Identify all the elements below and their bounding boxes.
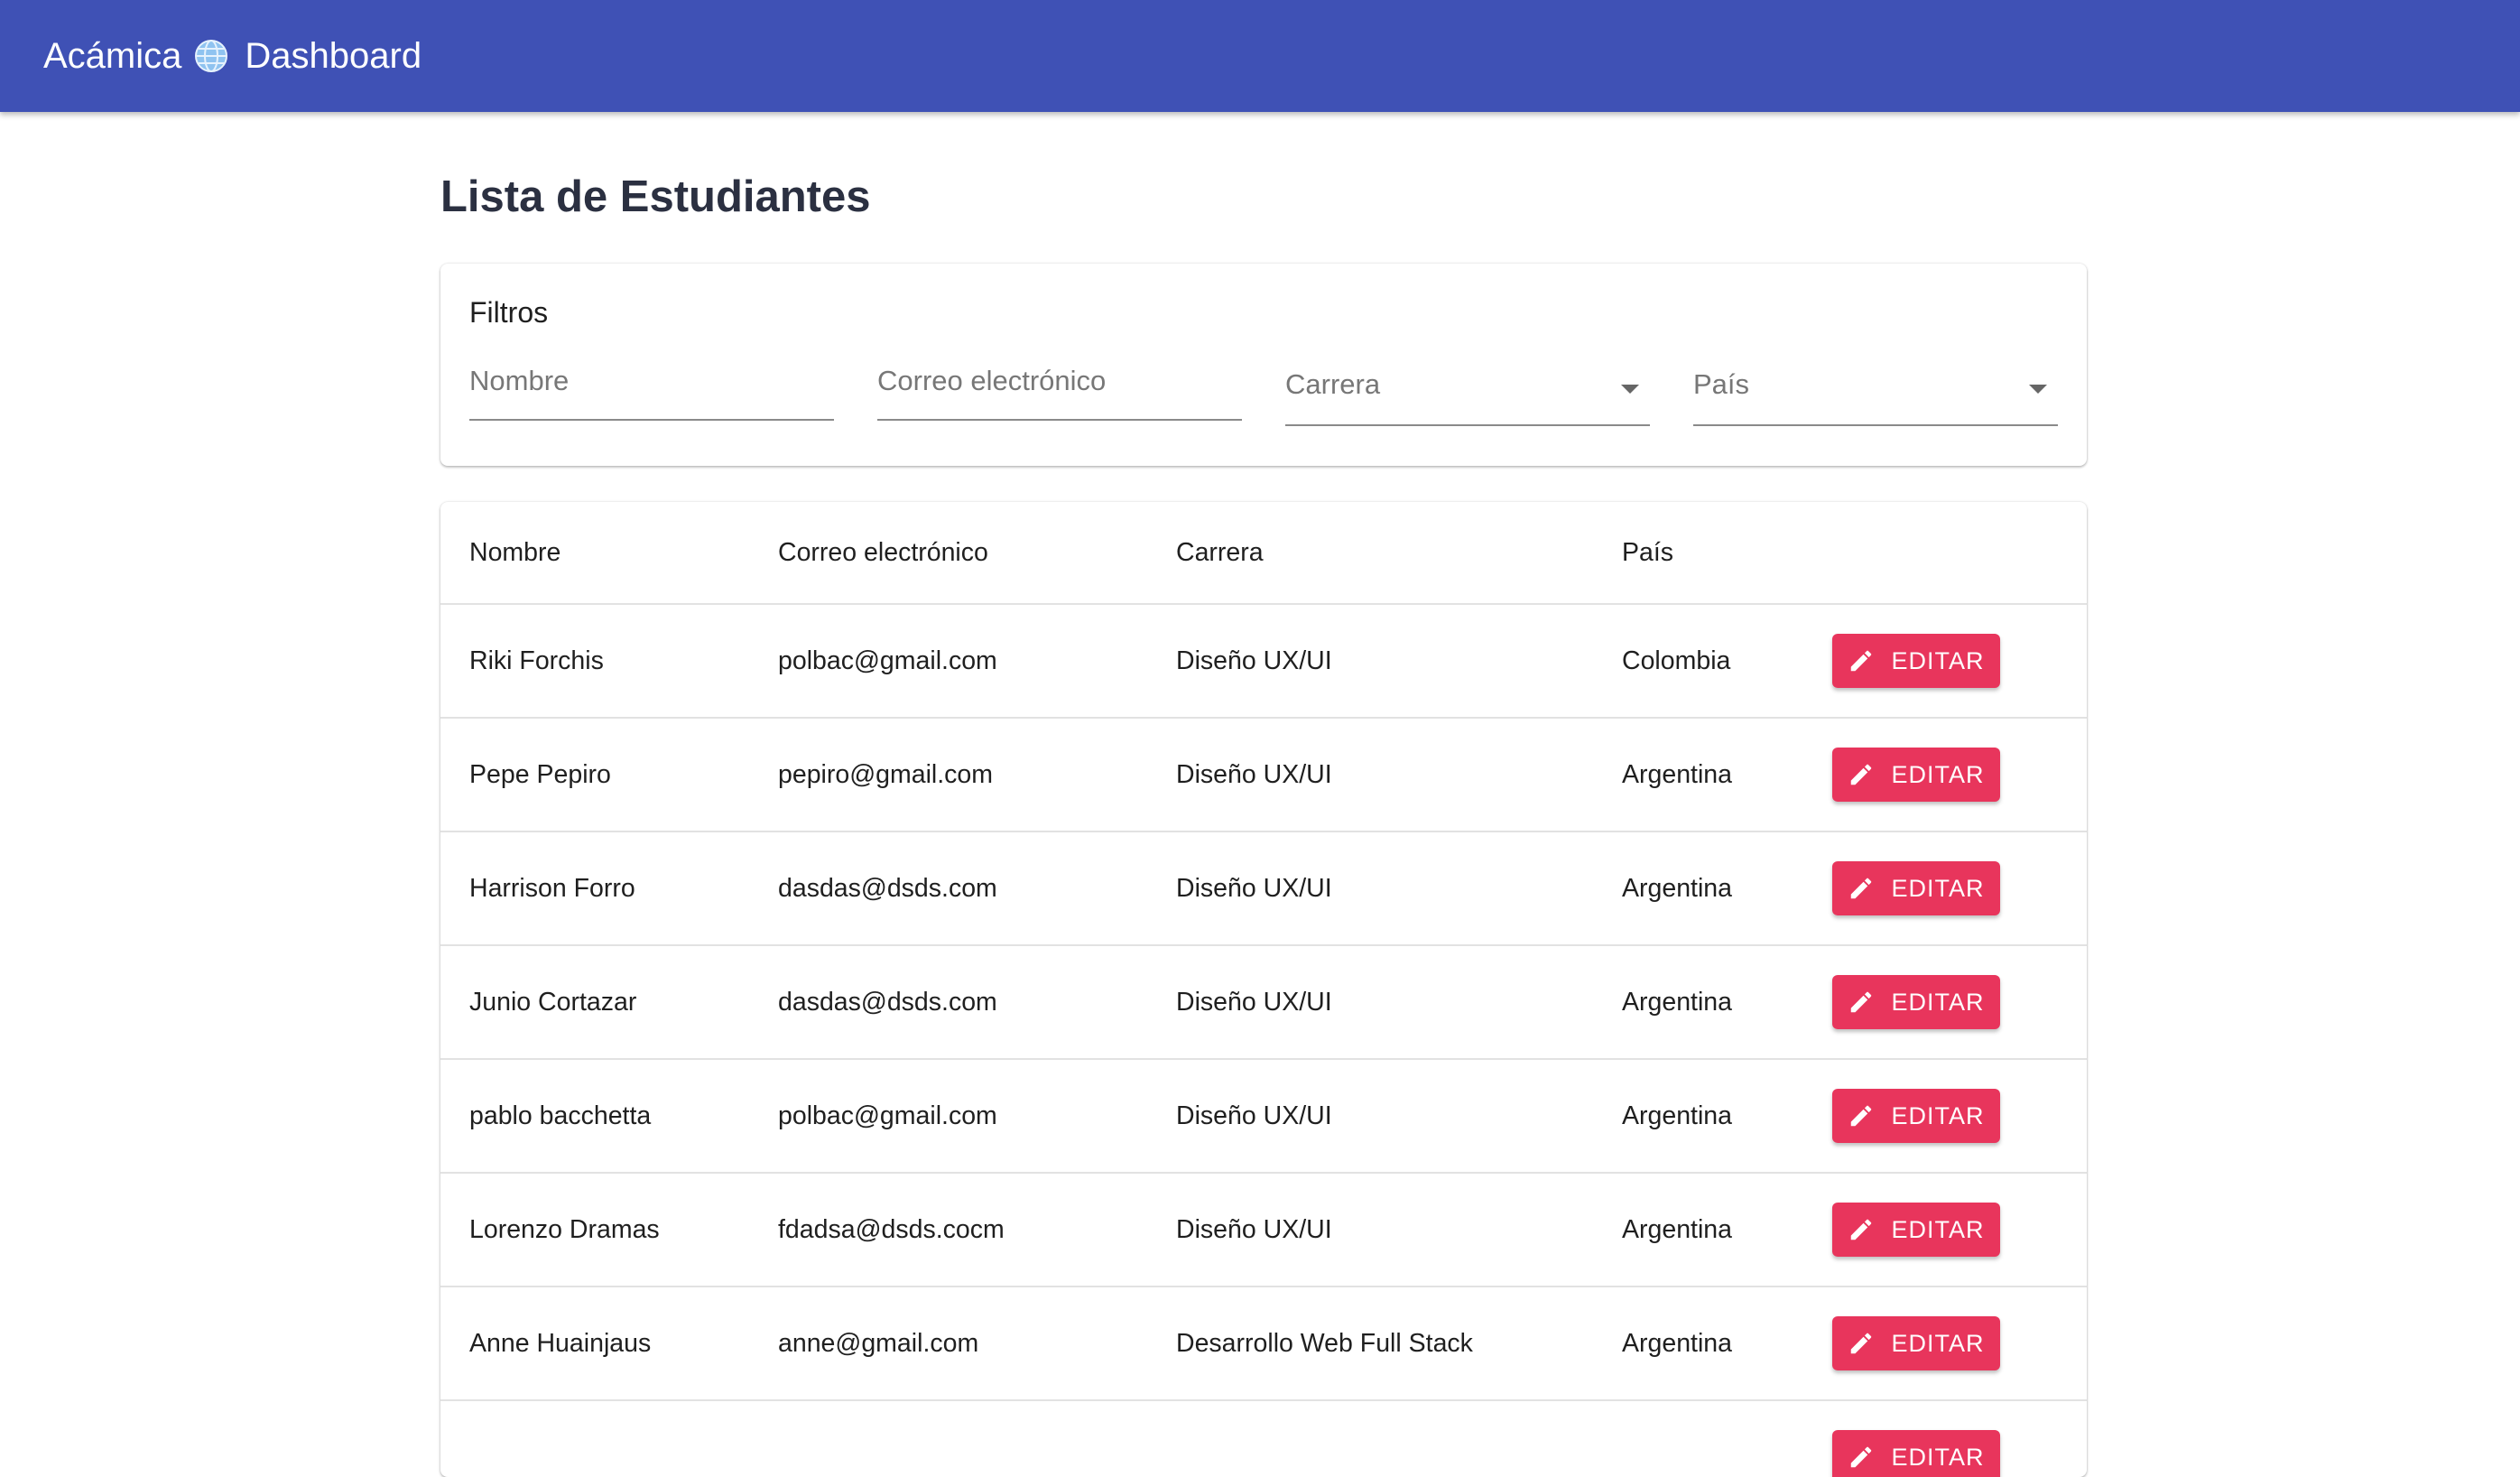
- edit-button-label: EDITAR: [1891, 1101, 1985, 1129]
- edit-button-label: EDITAR: [1891, 988, 1985, 1016]
- student-email-cell: pepiro@gmail.com: [778, 759, 994, 789]
- column-header-nombre: Nombre: [469, 537, 561, 567]
- pencil-icon: [1848, 1216, 1875, 1243]
- nombre-filter-input[interactable]: [469, 354, 834, 408]
- students-table: Nombre Correo electrónico Carrera País R…: [440, 502, 2087, 1477]
- row-actions-cell: EDITAR: [1832, 604, 2087, 718]
- student-career-cell: Diseño UX/UI: [1176, 1214, 1332, 1244]
- edit-button[interactable]: EDITAR: [1832, 1316, 2000, 1370]
- brand[interactable]: Acámica Dashboard: [43, 36, 422, 77]
- student-email-cell: polbac@gmail.com: [778, 1101, 997, 1130]
- edit-button-label: EDITAR: [1891, 646, 1985, 674]
- row-actions-cell: EDITAR: [1832, 718, 2087, 831]
- edit-button[interactable]: EDITAR: [1832, 634, 2000, 688]
- student-name-cell: Harrison Forro: [469, 873, 635, 903]
- student-career-cell: Diseño UX/UI: [1176, 1101, 1332, 1130]
- student-name-cell: Anne Huainjaus: [469, 1328, 652, 1358]
- dashboard-title: Dashboard: [245, 35, 422, 76]
- edit-button-label: EDITAR: [1891, 874, 1985, 902]
- student-name-cell: Lorenzo Dramas: [469, 1214, 660, 1244]
- brand-name: Acámica: [43, 35, 182, 76]
- edit-button-label: EDITAR: [1891, 1443, 1985, 1471]
- student-country-cell: Argentina: [1622, 759, 1733, 789]
- student-career-cell: Diseño UX/UI: [1176, 873, 1332, 903]
- student-career-cell: Diseño UX/UI: [1176, 987, 1332, 1017]
- student-email-cell: anne@gmail.com: [778, 1328, 979, 1358]
- pencil-icon: [1848, 875, 1875, 902]
- student-career-cell: Diseño UX/UI: [1176, 759, 1332, 789]
- student-country-cell: Argentina: [1622, 1328, 1733, 1358]
- row-actions-cell: EDITAR: [1832, 945, 2087, 1059]
- column-header-pais: País: [1622, 537, 1674, 567]
- pencil-icon: [1848, 761, 1875, 788]
- filters-card: Filtros Carrera País: [440, 264, 2087, 466]
- page-title: Lista de Estudiantes: [440, 172, 871, 221]
- pencil-icon: [1848, 1444, 1875, 1471]
- student-country-cell: Argentina: [1622, 1214, 1733, 1244]
- edit-button-label: EDITAR: [1891, 1329, 1985, 1357]
- pais-select-label: País: [1693, 368, 1750, 400]
- correo-filter-input[interactable]: [877, 354, 1242, 408]
- student-career-cell: Desarrollo Web Full Stack: [1176, 1328, 1473, 1358]
- row-actions-cell: EDITAR: [1832, 1173, 2087, 1287]
- column-header-carrera: Carrera: [1176, 537, 1264, 567]
- edit-button-label: EDITAR: [1891, 760, 1985, 788]
- student-email-cell: dasdas@dsds.com: [778, 873, 997, 903]
- table-row: pablo bacchetta polbac@gmail.com Diseño …: [440, 1059, 2087, 1173]
- pais-filter-select[interactable]: País: [1693, 354, 2058, 426]
- table-row: Harrison Forro dasdas@dsds.com Diseño UX…: [440, 831, 2087, 945]
- nombre-filter-field: [469, 354, 834, 421]
- student-country-cell: Argentina: [1622, 1101, 1733, 1130]
- filters-title: Filtros: [469, 296, 549, 329]
- table-row: Junio Cortazar dasdas@dsds.com Diseño UX…: [440, 945, 2087, 1059]
- student-name-cell: Pepe Pepiro: [469, 759, 611, 789]
- student-career-cell: Diseño UX/UI: [1176, 646, 1332, 675]
- dropdown-arrow-icon: [2029, 385, 2047, 394]
- edit-button-label: EDITAR: [1891, 1215, 1985, 1243]
- correo-filter-field: [877, 354, 1242, 421]
- carrera-select-label: Carrera: [1285, 368, 1381, 400]
- students-table-card: Nombre Correo electrónico Carrera País R…: [440, 502, 2087, 1477]
- pencil-icon: [1848, 647, 1875, 674]
- student-country-cell: Argentina: [1622, 873, 1733, 903]
- edit-button[interactable]: EDITAR: [1832, 975, 2000, 1029]
- dropdown-arrow-icon: [1621, 385, 1639, 394]
- carrera-filter-select[interactable]: Carrera: [1285, 354, 1650, 426]
- table-row: Pepe Pepiro pepiro@gmail.com Diseño UX/U…: [440, 718, 2087, 831]
- pencil-icon: [1848, 989, 1875, 1016]
- student-country-cell: Colombia: [1622, 646, 1731, 675]
- table-row: Riki Forchis polbac@gmail.com Diseño UX/…: [440, 604, 2087, 718]
- student-email-cell: polbac@gmail.com: [778, 646, 997, 675]
- edit-button[interactable]: EDITAR: [1832, 1203, 2000, 1257]
- edit-button[interactable]: EDITAR: [1832, 1089, 2000, 1143]
- pencil-icon: [1848, 1102, 1875, 1129]
- student-name-cell: Junio Cortazar: [469, 987, 637, 1017]
- pencil-icon: [1848, 1330, 1875, 1357]
- student-country-cell: Argentina: [1622, 987, 1733, 1017]
- row-actions-cell: EDITAR: [1832, 1059, 2087, 1173]
- edit-button[interactable]: EDITAR: [1832, 861, 2000, 915]
- table-row: Anne Huainjaus anne@gmail.com Desarrollo…: [440, 1287, 2087, 1400]
- table-header-row: Nombre Correo electrónico Carrera País: [440, 502, 2087, 604]
- edit-button[interactable]: EDITAR: [1832, 1430, 2000, 1477]
- column-header-actions: [1832, 502, 2087, 604]
- row-actions-cell: EDITAR: [1832, 831, 2087, 945]
- student-name-cell: Riki Forchis: [469, 646, 604, 675]
- column-header-correo: Correo electrónico: [778, 537, 988, 567]
- student-email-cell: dasdas@dsds.com: [778, 987, 997, 1017]
- app-bar: Acámica Dashboard: [0, 0, 2520, 112]
- row-actions-cell: EDITAR: [1832, 1287, 2087, 1400]
- edit-button[interactable]: EDITAR: [1832, 748, 2000, 802]
- table-row: Lorenzo Dramas fdadsa@dsds.cocm Diseño U…: [440, 1173, 2087, 1287]
- student-name-cell: pablo bacchetta: [469, 1101, 652, 1130]
- student-email-cell: fdadsa@dsds.cocm: [778, 1214, 1005, 1244]
- globe-icon: [194, 39, 228, 73]
